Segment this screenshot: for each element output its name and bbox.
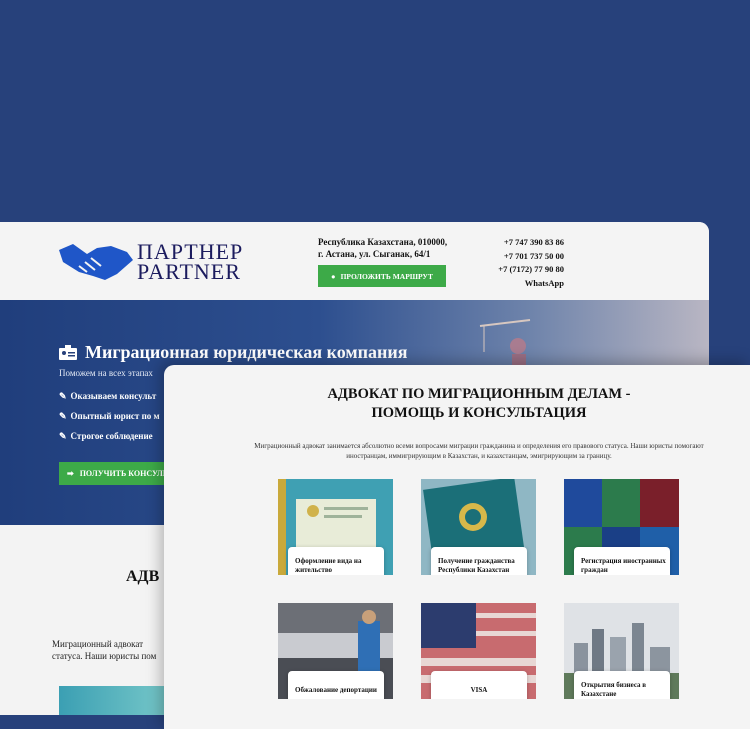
edit-check-icon: ✎ [59,410,67,421]
back-desc-line-2: статуса. Наши юристы пом [52,651,157,661]
route-button-label: ПРОЛОЖИТЬ МАРШРУТ [340,271,433,281]
service-card-residence[interactable]: Оформление вида на жительство [278,479,393,575]
section-description: Миграционный адвокат занимается абсолютн… [254,442,704,460]
edit-check-icon: ✎ [59,390,67,401]
route-button[interactable]: ● ПРОЛОЖИТЬ МАРШРУТ [318,265,446,287]
company-logo[interactable]: ПАРТНЕР PARTNER [57,236,272,286]
back-section-title: АДВ [126,568,160,585]
back-desc-line-1: Миграционный адвокат [52,639,144,649]
service-card-registration[interactable]: Регистрация иностранных граждан [564,479,679,575]
foreground-page-window: АДВОКАТ ПО МИГРАЦИОННЫМ ДЕЛАМ - ПОМОЩЬ И… [164,365,750,729]
list-item: ✎ Опытный юрист по м [59,406,160,426]
service-card-label: VISA [431,671,527,699]
service-card-label: Оформление вида на жительство [288,547,384,575]
service-card-label: Открытия бизнеса в Казахстане [574,671,670,699]
contact-phones: +7 747 390 83 86 +7 701 737 50 00 +7 (71… [498,236,564,290]
service-card-deportation[interactable]: Обжалование депортации [278,603,393,699]
section-title-line-1: АДВОКАТ ПО МИГРАЦИОННЫМ ДЕЛАМ - [327,386,631,402]
section-title-line-2: ПОМОЩЬ И КОНСУЛЬТАЦИЯ [371,405,587,421]
phone-link[interactable]: +7 (7172) 77 90 80 [498,263,564,277]
service-card-label: Обжалование депортации [288,671,384,699]
list-item: ✎ Оказываем консульт [59,386,160,406]
service-card-thumbnail[interactable] [59,686,169,715]
map-pin-icon: ● [331,271,336,281]
logo-wordmark: ПАРТНЕР PARTNER [137,241,243,284]
back-section-description: Миграционный адвокат статуса. Наши юрист… [52,638,182,662]
edit-check-icon: ✎ [59,430,67,441]
service-card-visa[interactable]: VISA [421,603,536,699]
hero-subtitle: Поможем на всех этапах [59,368,153,378]
service-card-citizenship[interactable]: Получение гражданства Республики Казахст… [421,479,536,575]
hero-title: Миграционная юридическая компания [59,342,407,363]
phone-link[interactable]: +7 701 737 50 00 [498,250,564,264]
service-card-label: Регистрация иностранных граждан [574,547,670,575]
address: Республика Казахстана, 010000, г. Астана… [318,236,447,260]
benefit-text: Строгое соблюдение [70,431,153,441]
section-title: АДВОКАТ ПО МИГРАЦИОННЫМ ДЕЛАМ - ПОМОЩЬ И… [164,385,750,423]
arrow-icon: ➡ [67,469,74,478]
address-line-1: Республика Казахстана, 010000, [318,237,448,247]
consultation-button-label: ПОЛУЧИТЬ КОНСУЛЬ [79,469,169,478]
phone-link[interactable]: +7 747 390 83 86 [498,236,564,250]
handshake-icon [59,244,133,280]
service-card-label: Получение гражданства Республики Казахст… [431,547,527,575]
hero-title-text: Миграционная юридическая компания [85,342,408,362]
id-card-icon [59,345,77,360]
site-header: ПАРТНЕР PARTNER Республика Казахстана, 0… [0,222,709,300]
benefit-text: Опытный юрист по м [70,411,160,421]
hero-benefits-list: ✎ Оказываем консульт ✎ Опытный юрист по м … [59,386,160,446]
logo-line-latin: PARTNER [137,259,241,284]
address-line-2: г. Астана, ул. Сыганак, 64/1 [318,249,431,259]
service-card-business[interactable]: Открытия бизнеса в Казахстане [564,603,679,699]
list-item: ✎ Строгое соблюдение [59,426,160,446]
benefit-text: Оказываем консульт [70,391,157,401]
whatsapp-link[interactable]: WhatsApp [498,277,564,291]
